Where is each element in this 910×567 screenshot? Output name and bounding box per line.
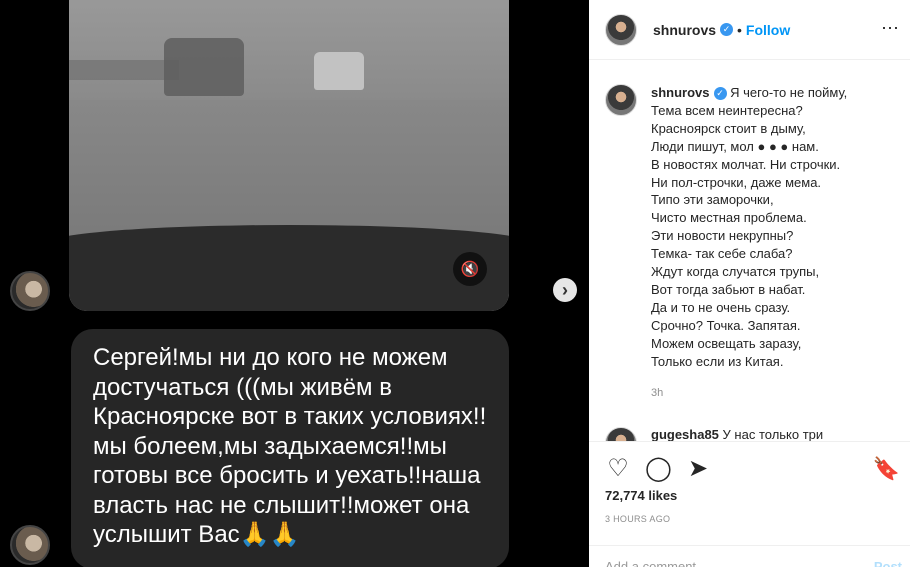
- comment-item: gugesha85 У нас только три: [605, 427, 905, 441]
- caption-body: shnurovs ✓ Я чего-то не пойму, Тема всем …: [651, 84, 847, 402]
- chevron-right-icon[interactable]: ›: [553, 278, 577, 302]
- separator-dot: •: [737, 21, 742, 38]
- verified-badge-icon: ✓: [720, 23, 734, 36]
- railing: [69, 60, 179, 80]
- caption-text: shnurovs ✓ Я чего-то не пойму, Тема всем …: [651, 84, 847, 371]
- caption-lines: Я чего-то не пойму, Тема всем неинтересн…: [651, 85, 848, 369]
- message-text: Сергей!мы ни до кого не можем достучатьс…: [93, 344, 487, 548]
- story-avatar: [10, 525, 50, 565]
- car: [164, 38, 244, 96]
- comment-text: gugesha85 У нас только три: [651, 427, 823, 441]
- heart-icon[interactable]: ♡: [605, 456, 631, 482]
- avatar[interactable]: [605, 427, 637, 441]
- post-timestamp: 3 HOURS AGO: [605, 514, 671, 524]
- caption-time[interactable]: 3h: [651, 385, 847, 403]
- action-bar: ♡ ◯ ➤ 🔖 72,774 likes 3 HOURS AGO Add a c…: [589, 441, 910, 567]
- message-bubble: Сергей!мы ни до кого не можем достучатьс…: [71, 329, 509, 567]
- caption: shnurovs ✓ Я чего-то не пойму, Тема всем …: [605, 84, 905, 402]
- post-media: 🔇 Сергей!мы ни до кого не можем достучат…: [0, 0, 589, 567]
- dashboard: [69, 225, 509, 311]
- likes-count[interactable]: 72,774 likes: [605, 488, 677, 503]
- comment-body: У нас только три: [722, 427, 824, 441]
- post-header: shnurovs ✓ • Follow ⋯: [589, 0, 910, 60]
- share-icon[interactable]: ➤: [685, 456, 711, 482]
- action-icons: ♡ ◯ ➤: [605, 456, 711, 482]
- bookmark-icon[interactable]: 🔖: [873, 456, 900, 482]
- post-sidebar: shnurovs ✓ • Follow ⋯ shnurovs ✓ Я чего-т…: [589, 0, 910, 567]
- mute-icon[interactable]: 🔇: [453, 252, 487, 286]
- comment-box: Add a comment... Post: [589, 545, 910, 567]
- post-comment-button[interactable]: Post: [874, 559, 902, 567]
- caption-username[interactable]: shnurovs: [651, 85, 710, 100]
- ellipsis-icon[interactable]: ⋯: [881, 18, 900, 39]
- story-avatar: [10, 271, 50, 311]
- car: [314, 52, 364, 90]
- follow-button[interactable]: Follow: [746, 22, 790, 38]
- comment-icon[interactable]: ◯: [645, 456, 672, 482]
- road: [69, 100, 509, 240]
- comment-username[interactable]: gugesha85: [651, 427, 719, 441]
- avatar[interactable]: [605, 13, 637, 46]
- avatar[interactable]: [605, 84, 637, 116]
- verified-badge-icon: ✓: [713, 87, 727, 100]
- video-frame[interactable]: 🔇: [69, 0, 509, 311]
- username[interactable]: shnurovs: [653, 22, 716, 38]
- comment-input[interactable]: Add a comment...: [605, 559, 707, 567]
